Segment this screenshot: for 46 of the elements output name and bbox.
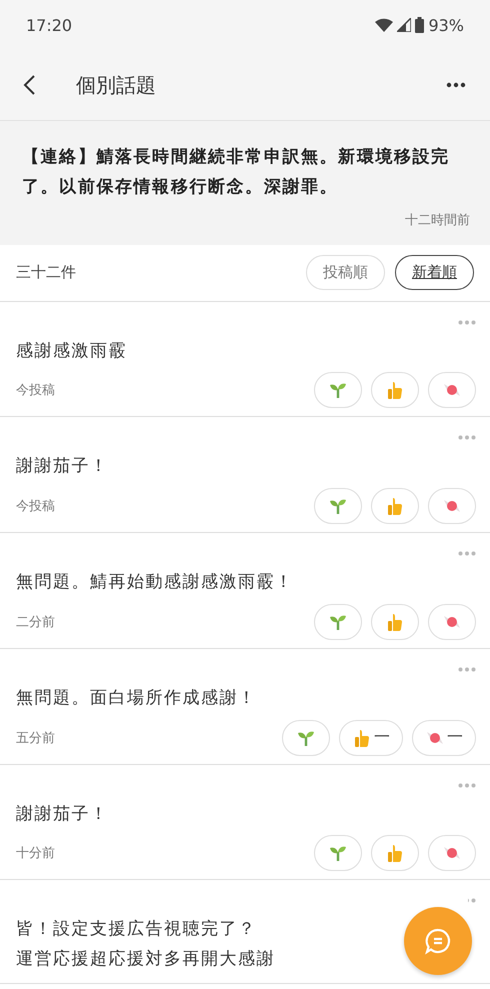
thumbs-up-icon bbox=[352, 728, 372, 748]
post-text: 無問題。面白場所作成感謝！ bbox=[16, 686, 256, 710]
announcement-time: 十二時間前 bbox=[404, 212, 470, 228]
reaction-button[interactable] bbox=[428, 604, 476, 640]
post-time: 今投稿 bbox=[16, 498, 55, 515]
page-title: 個別話題 bbox=[76, 72, 157, 98]
post-text: 運営応援超応援対多再開大感謝 bbox=[16, 948, 275, 971]
post-text: 皆！設定支援広告視聴完了？ bbox=[16, 918, 256, 942]
reaction-button[interactable] bbox=[371, 372, 419, 408]
post-time: 十分前 bbox=[16, 845, 55, 862]
reaction-button[interactable]: 一 bbox=[339, 720, 403, 756]
wifi-icon bbox=[375, 18, 394, 32]
post-text: 無問題。鯖再始動感謝感激雨霰！ bbox=[16, 571, 294, 594]
reaction-button[interactable] bbox=[371, 488, 419, 524]
reaction-button[interactable] bbox=[428, 835, 476, 872]
post-count: 三十二件 bbox=[16, 263, 77, 282]
reaction-button[interactable] bbox=[314, 835, 362, 872]
thumbs-up-icon bbox=[385, 380, 405, 400]
sort-button[interactable]: 投稿順 bbox=[306, 255, 385, 290]
back-icon[interactable] bbox=[22, 74, 36, 96]
thumbs-up-icon bbox=[385, 496, 405, 516]
post-text: 謝謝茄子！ bbox=[16, 802, 108, 826]
announcement-text: 【連絡】鯖落長時間継続非常申訳無。新環境移設完了。以前保存情報移行断念。深謝罪。 bbox=[22, 146, 451, 199]
reaction-button[interactable] bbox=[371, 835, 419, 872]
comment-button[interactable] bbox=[404, 907, 472, 975]
reaction-button[interactable] bbox=[282, 720, 330, 756]
battery-icon bbox=[415, 17, 424, 33]
reaction-button[interactable] bbox=[428, 488, 476, 524]
sort-button[interactable]: 新着順 bbox=[395, 255, 474, 290]
reaction-button[interactable] bbox=[371, 604, 419, 640]
thumbs-up-icon bbox=[385, 843, 405, 864]
reaction-button[interactable] bbox=[428, 372, 476, 408]
post-time: 二分前 bbox=[16, 614, 55, 631]
reaction-button[interactable] bbox=[314, 488, 362, 524]
thumbs-up-icon bbox=[385, 612, 405, 632]
post-text: 感謝感激雨霰 bbox=[16, 340, 127, 362]
post-text: 謝謝茄子！ bbox=[16, 455, 108, 478]
status-time: 17:20 bbox=[26, 16, 72, 34]
reaction-button[interactable] bbox=[314, 372, 362, 408]
post-time: 五分前 bbox=[16, 730, 55, 746]
signal-icon bbox=[397, 18, 412, 32]
post-time: 今投稿 bbox=[16, 382, 55, 400]
chat-icon[interactable] bbox=[424, 927, 452, 955]
reaction-button[interactable] bbox=[314, 604, 362, 640]
reaction-button[interactable]: 一 bbox=[412, 720, 476, 756]
battery-level: 93% bbox=[428, 16, 464, 34]
